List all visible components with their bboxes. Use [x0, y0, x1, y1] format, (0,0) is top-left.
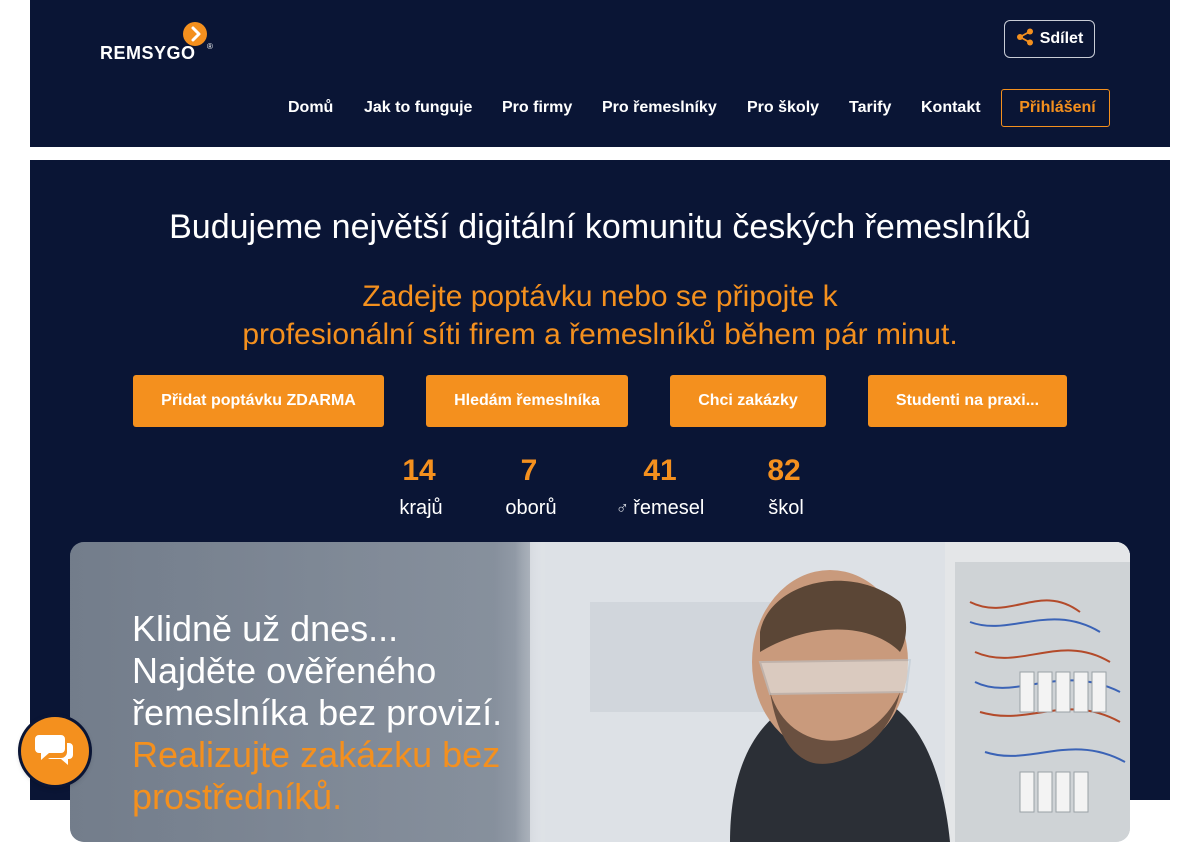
stat-trades-label-row: ♂ řemesel: [605, 490, 715, 526]
nav-item-kontakt[interactable]: Kontakt: [921, 89, 981, 127]
stat-schools-label-row: škol: [750, 490, 818, 526]
nav-item-tarify[interactable]: Tarify: [849, 89, 891, 127]
hero-title: Budujeme největší digitální komunitu čes…: [169, 208, 1031, 246]
share-label: Sdílet: [1039, 30, 1084, 47]
stat-fields-label-row: oborů: [489, 490, 569, 526]
stat-schools: 82 škol: [750, 452, 818, 526]
chat-icon: [35, 731, 75, 772]
share-button[interactable]: Sdílet: [1004, 20, 1095, 58]
worker-icon: ♂: [616, 498, 630, 518]
stat-fields-label: oborů: [505, 497, 557, 519]
stat-schools-label: škol: [768, 497, 804, 519]
nav-item-jak-to-funguje[interactable]: Jak to funguje: [364, 89, 472, 127]
logo-text: REMSYGO: [100, 43, 196, 63]
add-request-free-button[interactable]: Přidat poptávku ZDARMA: [133, 375, 384, 427]
nav-item-pro-remeslniky[interactable]: Pro řemeslníky: [602, 89, 717, 127]
students-internship-button[interactable]: Studenti na praxi...: [868, 375, 1067, 427]
stat-trades: 41 ♂ řemesel: [605, 452, 715, 526]
promo-card-text: Klidně už dnes... Najděte ověřeného řeme…: [132, 608, 552, 818]
login-label: Přihlášení: [1019, 99, 1096, 116]
stat-fields-value: 7: [520, 454, 538, 487]
find-craftsman-button[interactable]: Hledám řemeslníka: [426, 375, 628, 427]
promo-line-2: Najděte ověřeného: [132, 650, 437, 691]
hero-section: Budujeme největší digitální komunitu čes…: [30, 160, 1170, 842]
site-header: REMSYGO ® Sdílet Domů Jak to funguje Pro…: [30, 0, 1170, 147]
promo-line-5: prostředníků.: [132, 776, 343, 817]
logo-registered-mark: ®: [207, 42, 213, 51]
promo-line-4: Realizujte zakázku bez: [132, 734, 501, 775]
stat-regions-label: krajů: [399, 497, 443, 519]
nav-item-pro-skoly[interactable]: Pro školy: [747, 89, 819, 127]
hero-subtitle-line-2: profesionální síti firem a řemeslníků bě…: [242, 318, 958, 351]
share-icon: [1016, 28, 1034, 51]
nav-item-pro-firmy[interactable]: Pro firmy: [502, 89, 572, 127]
promo-card: Klidně už dnes... Najděte ověřeného řeme…: [70, 542, 1130, 842]
promo-line-3: řemeslníka bez provizí.: [132, 692, 503, 733]
stat-trades-value: 41: [643, 454, 677, 487]
nav-item-domu[interactable]: Domů: [288, 89, 333, 127]
promo-line-1: Klidně už dnes...: [132, 608, 399, 649]
stat-fields: 7 oborů: [489, 452, 569, 526]
login-button[interactable]: Přihlášení: [1001, 89, 1110, 127]
stat-schools-value: 82: [767, 454, 801, 487]
stat-trades-label: řemesel: [633, 497, 705, 519]
stat-regions-label-row: krajů: [380, 490, 458, 526]
stat-regions-value: 14: [402, 454, 436, 487]
want-jobs-button[interactable]: Chci zakázky: [670, 375, 826, 427]
chat-widget-button[interactable]: [21, 717, 89, 785]
hero-subtitle-line-1: Zadejte poptávku nebo se připojte k: [362, 280, 838, 313]
hero-subtitle: Zadejte poptávku nebo se připojte k prof…: [30, 278, 1170, 354]
main-nav: Domů Jak to funguje Pro firmy Pro řemesl…: [30, 89, 1170, 127]
worker-icon-suffix: ♂: [615, 498, 630, 518]
brand-logo[interactable]: REMSYGO ®: [100, 20, 220, 66]
stat-regions: 14 krajů: [380, 452, 458, 526]
